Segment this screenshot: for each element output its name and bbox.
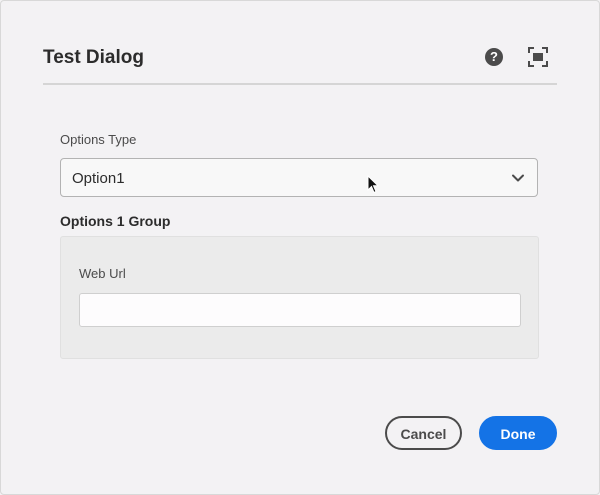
options-type-select[interactable]: Option1 xyxy=(60,158,538,197)
options-type-label: Options Type xyxy=(60,132,137,147)
web-url-input[interactable] xyxy=(79,293,521,327)
help-icon[interactable]: ? xyxy=(485,48,503,66)
dialog-header: Test Dialog ? xyxy=(43,39,557,85)
options-type-value: Option1 xyxy=(72,170,125,187)
dialog-title: Test Dialog xyxy=(43,47,144,68)
web-url-label: Web Url xyxy=(79,266,126,281)
options-group-title: Options 1 Group xyxy=(60,213,171,229)
done-button[interactable]: Done xyxy=(479,416,557,450)
test-dialog: Test Dialog ? Options Type Option1 Optio… xyxy=(0,0,600,495)
cancel-button[interactable]: Cancel xyxy=(385,416,462,450)
chevron-down-icon xyxy=(511,171,525,185)
fullscreen-icon[interactable] xyxy=(528,47,548,67)
